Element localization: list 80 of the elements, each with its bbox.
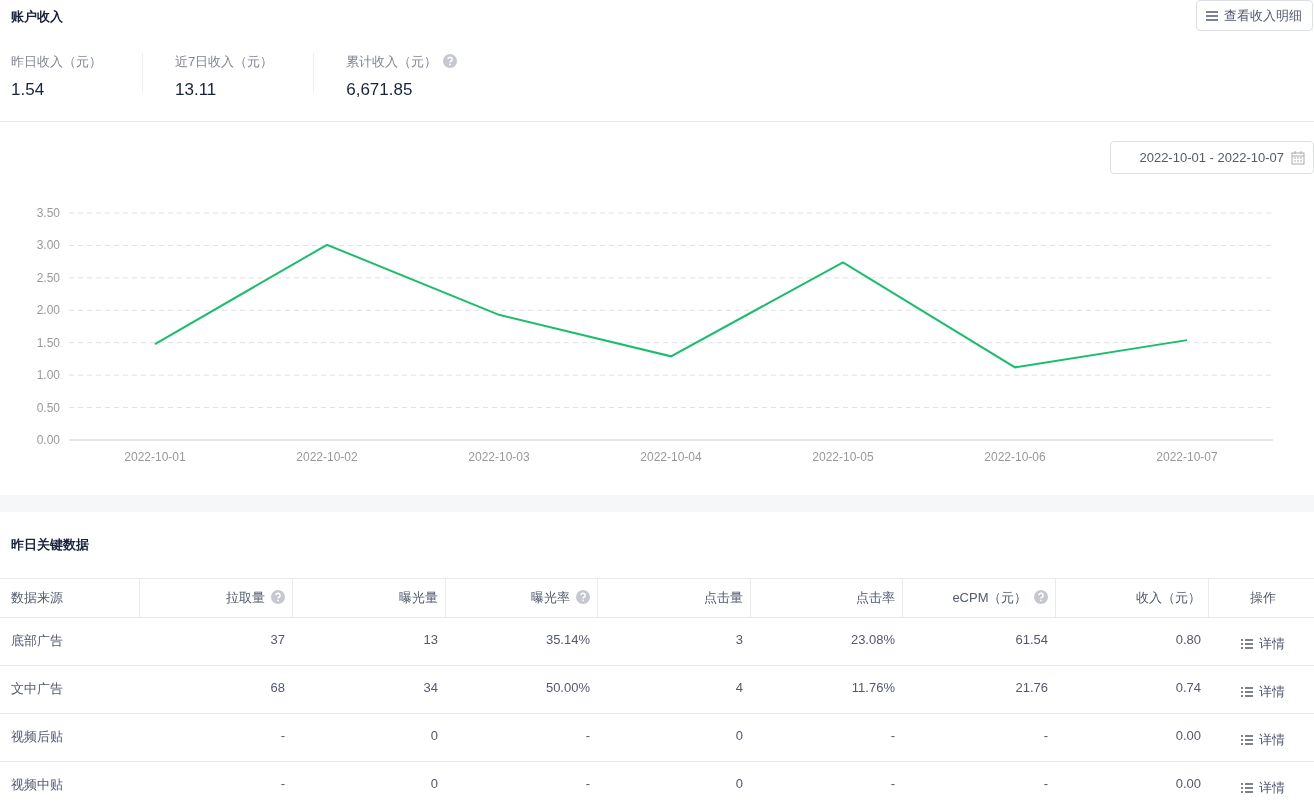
- section-title: 账户收入: [11, 8, 63, 26]
- table-cell: 底部广告: [11, 633, 63, 648]
- table-cell: 0.74: [1175, 680, 1201, 695]
- table-cell: -: [890, 776, 895, 791]
- menu-icon: [1206, 10, 1218, 21]
- detail-link[interactable]: 详情: [1241, 779, 1285, 797]
- y-axis-label: 0.50: [36, 400, 60, 415]
- table-cell: 50.00%: [545, 680, 590, 695]
- list-icon: [1241, 783, 1253, 793]
- x-axis-label: 2022-10-01: [124, 450, 186, 464]
- x-axis-label: 2022-10-03: [468, 450, 530, 464]
- x-axis-label: 2022-10-02: [296, 450, 358, 464]
- x-axis-label: 2022-10-04: [640, 450, 702, 464]
- stat-value: 6,671.85: [346, 80, 414, 100]
- table-cell: -: [1043, 776, 1048, 791]
- table-cell: 0.80: [1175, 632, 1201, 647]
- table-cell: -: [1043, 728, 1048, 743]
- table-cell: -: [280, 728, 285, 743]
- detail-link[interactable]: 详情: [1241, 731, 1285, 749]
- table-cell: -: [585, 776, 590, 791]
- table-cell: 3: [735, 632, 743, 647]
- detail-link[interactable]: 详情: [1241, 635, 1285, 653]
- table-cell: 视频中贴: [11, 777, 63, 792]
- y-axis-label: 0.00: [36, 433, 60, 447]
- stat-label: 近7日收入（元）: [175, 54, 274, 69]
- table-cell: -: [280, 776, 285, 791]
- column-header: 曝光量: [398, 590, 438, 605]
- list-icon: [1241, 639, 1253, 649]
- y-axis-label: 3.50: [36, 206, 60, 220]
- table-cell: 0.00: [1175, 728, 1201, 743]
- help-icon[interactable]: [443, 54, 458, 68]
- help-icon[interactable]: [575, 590, 590, 604]
- table-cell: 23.08%: [850, 632, 895, 647]
- income-detail-button[interactable]: 查看收入明细: [1196, 0, 1313, 31]
- table-cell: 34: [423, 680, 438, 695]
- y-axis-label: 2.50: [36, 270, 60, 285]
- date-range-picker[interactable]: 2022-10-01 - 2022-10-07: [1110, 141, 1314, 174]
- y-axis-label: 3.00: [36, 238, 60, 253]
- section-title: 昨日关键数据: [10, 536, 90, 554]
- help-icon[interactable]: [1033, 590, 1048, 604]
- help-icon[interactable]: [270, 590, 285, 604]
- stat-value: 1.54: [11, 80, 46, 100]
- column-header: 数据来源: [11, 590, 63, 605]
- table-cell: 0.00: [1175, 776, 1201, 791]
- column-header: 拉取量: [225, 590, 265, 605]
- column-header: 点击量: [703, 590, 743, 605]
- table-cell: 视频后贴: [11, 729, 63, 744]
- table-cell: 4: [735, 680, 743, 695]
- column-header: 点击率: [855, 590, 895, 605]
- table-cell: 文中广告: [11, 681, 63, 696]
- detail-link[interactable]: 详情: [1241, 683, 1285, 701]
- table-cell: 68: [270, 680, 285, 695]
- stat-label: 累计收入（元）: [346, 54, 438, 69]
- table-cell: 0: [430, 728, 438, 743]
- table-cell: 61.54: [1015, 632, 1048, 647]
- column-header: 曝光率: [530, 590, 570, 605]
- y-axis-label: 1.50: [36, 335, 60, 350]
- stat-value: 13.11: [175, 80, 218, 100]
- table-cell: -: [890, 728, 895, 743]
- table-cell: 0: [430, 776, 438, 791]
- table-cell: 0: [735, 728, 743, 743]
- x-axis-label: 2022-10-05: [812, 450, 874, 464]
- column-header: 收入（元）: [1135, 590, 1201, 605]
- column-header: 操作: [1250, 590, 1277, 605]
- x-axis-label: 2022-10-07: [1156, 450, 1218, 464]
- table-cell: 11.76%: [851, 680, 895, 695]
- table-cell: 13: [423, 632, 438, 647]
- table-cell: 37: [270, 632, 285, 647]
- list-icon: [1241, 687, 1253, 697]
- table-cell: -: [585, 728, 590, 743]
- x-axis-label: 2022-10-06: [984, 450, 1046, 464]
- table-cell: 35.14%: [545, 632, 590, 647]
- y-axis-label: 1.00: [36, 368, 60, 383]
- stat-label: 昨日收入（元）: [11, 54, 102, 69]
- list-icon: [1241, 735, 1253, 745]
- y-axis-label: 2.00: [36, 303, 60, 318]
- calendar-icon: [1291, 150, 1305, 165]
- table-cell: 0: [735, 776, 743, 791]
- column-header: eCPM（元）: [952, 590, 1028, 605]
- table-cell: 21.76: [1015, 680, 1048, 695]
